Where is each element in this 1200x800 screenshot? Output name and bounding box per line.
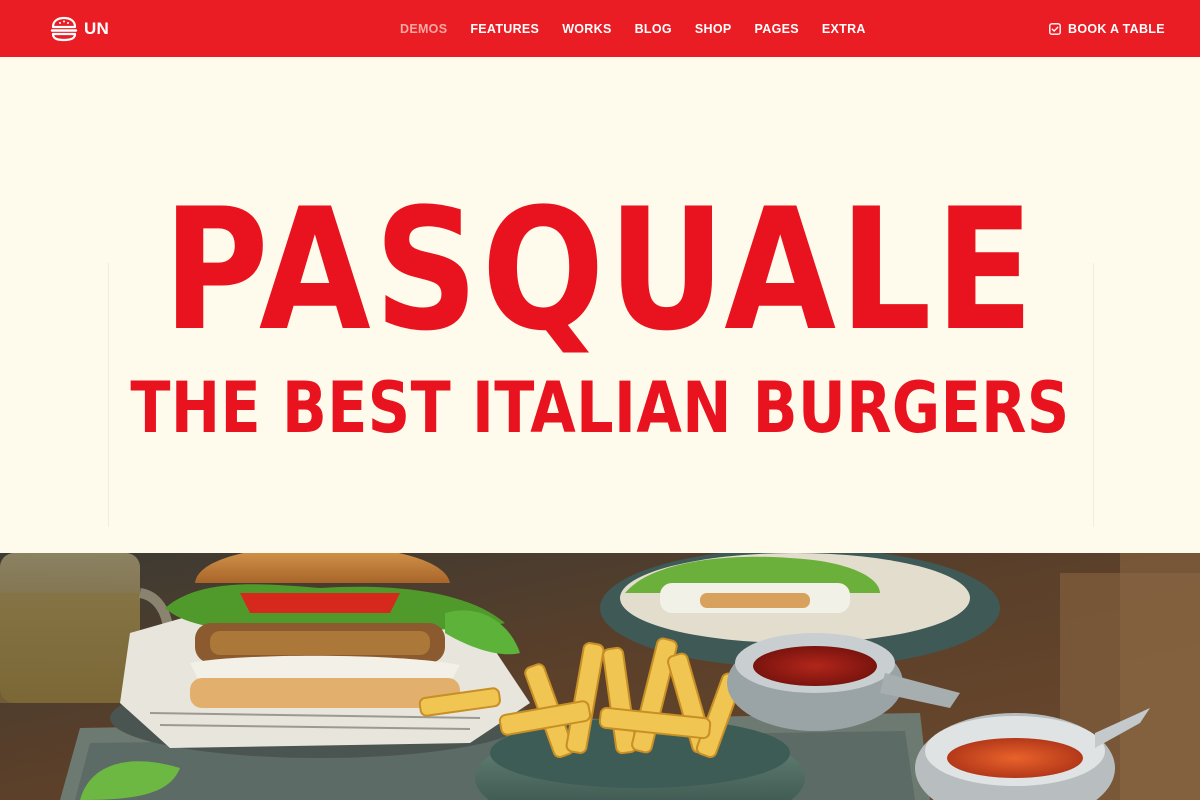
nav-item-shop[interactable]: SHOP [695,22,732,36]
food-illustration [0,553,1200,800]
burger-icon [50,16,78,42]
calendar-check-icon [1049,22,1061,35]
hero-subtitle: THE BEST ITALIAN BURGERS [130,367,1070,449]
main-nav: DEMOS FEATURES WORKS BLOG SHOP PAGES EXT… [400,0,889,57]
nav-item-demos[interactable]: DEMOS [400,22,447,36]
hero-title: PASQUALE [162,172,1038,368]
site-header: UN DEMOS FEATURES WORKS BLOG SHOP PAGES … [0,0,1200,57]
nav-item-pages[interactable]: PAGES [755,22,799,36]
hero-section: PASQUALE THE BEST ITALIAN BURGERS [0,57,1200,553]
book-a-table-label: BOOK A TABLE [1068,21,1165,36]
logo-text: UN [84,19,109,38]
nav-item-extra[interactable]: EXTRA [822,22,866,36]
nav-item-features[interactable]: FEATURES [470,22,539,36]
nav-item-works[interactable]: WORKS [562,22,611,36]
site-logo[interactable]: UN [50,15,109,43]
book-a-table-button[interactable]: BOOK A TABLE [1049,0,1165,57]
hero-food-image [0,553,1200,800]
nav-item-blog[interactable]: BLOG [635,22,672,36]
